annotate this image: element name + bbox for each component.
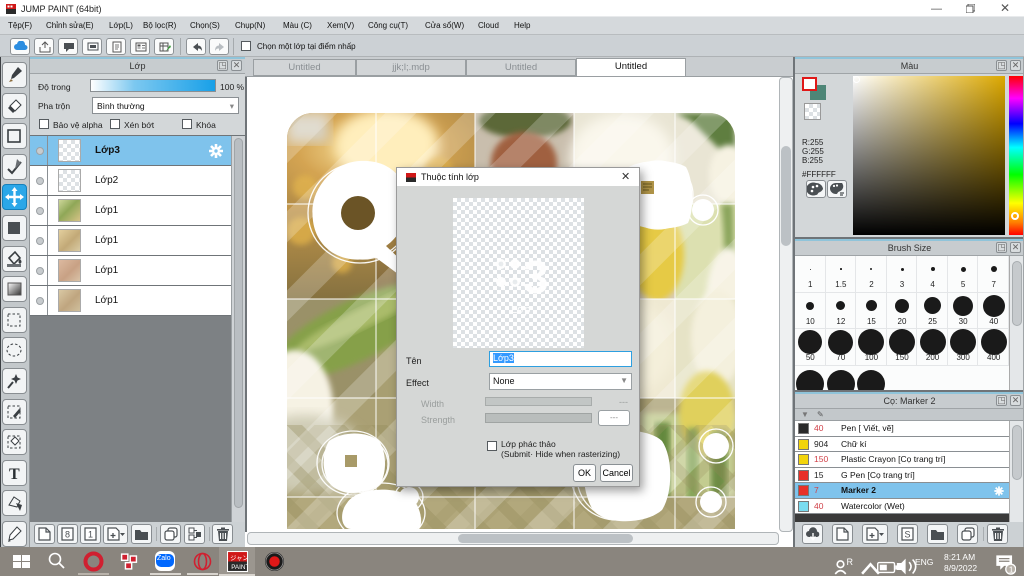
svg-text:PAINT: PAINT <box>231 564 248 571</box>
svg-text:R: R <box>847 557 854 567</box>
svg-text:1: 1 <box>1009 564 1014 574</box>
svg-text:8: 8 <box>65 530 70 540</box>
svg-text:T: T <box>9 466 20 483</box>
svg-text:3: 3 <box>523 251 549 303</box>
svg-text:Lớp: Lớp <box>511 304 530 316</box>
svg-text:1: 1 <box>88 530 93 540</box>
svg-text:S: S <box>905 530 911 540</box>
svg-text:ジャンプ: ジャンプ <box>230 554 248 562</box>
